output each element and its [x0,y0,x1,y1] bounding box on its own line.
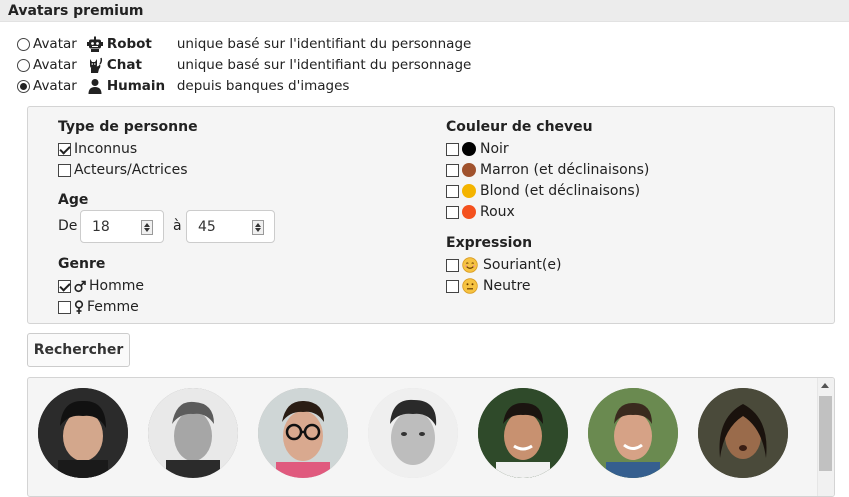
age-to-spinner[interactable] [252,220,264,235]
female-icon [74,300,84,314]
avatar-option-prefix: Avatar [33,57,77,73]
radio-chat[interactable] [17,58,30,72]
gender-title: Genre [58,256,106,272]
filter-label: Homme [89,278,144,294]
filter-souriant[interactable]: Souriant(e) [446,255,561,275]
avatar-option-desc: unique basé sur l'identifiant du personn… [176,57,472,73]
filter-femme[interactable]: Femme [58,297,139,317]
filter-hair-blond[interactable]: Blond (et déclinaisons) [446,181,640,201]
filter-inconnus[interactable]: Inconnus [58,139,137,159]
age-from-value: 18 [92,218,110,235]
avatar-option-robot[interactable]: Avatar Robot unique basé sur l'identifia… [17,34,471,54]
avatar-option-name: Humain [106,78,166,94]
avatar-3[interactable] [258,388,348,478]
age-to-input[interactable]: 45 [186,210,275,243]
avatar-option-desc: depuis banques d'images [176,78,350,94]
filter-label: Acteurs/Actrices [74,162,188,178]
results-scrollbar[interactable] [817,378,834,496]
results-panel [27,377,835,497]
avatar-option-name: Chat [106,57,142,73]
avatar-1[interactable] [38,388,128,478]
age-title: Age [58,192,89,208]
checkbox-acteurs[interactable] [58,163,71,177]
age-from-label: De [58,218,78,234]
avatar-option-prefix: Avatar [33,78,77,94]
age-from-input[interactable]: 18 [80,210,164,243]
filter-homme[interactable]: Homme [58,276,144,296]
filter-label: Noir [480,141,509,157]
filters-panel: Type de personne Inconnus Acteurs/Actric… [27,106,835,324]
expression-title: Expression [446,235,533,251]
filter-label: Inconnus [74,141,138,157]
avatar-6[interactable] [588,388,678,478]
avatar-option-prefix: Avatar [33,36,77,52]
radio-robot[interactable] [17,37,30,51]
search-button[interactable]: Rechercher [27,333,130,367]
checkbox-hair-noir[interactable] [446,142,459,156]
filter-acteurs[interactable]: Acteurs/Actrices [58,160,188,180]
filter-label: Souriant(e) [483,257,562,273]
scroll-thumb[interactable] [819,396,832,471]
checkbox-homme[interactable] [58,279,71,293]
age-from-spinner[interactable] [141,220,153,235]
filter-hair-noir[interactable]: Noir [446,139,509,159]
checkbox-neutre[interactable] [446,279,459,293]
filter-label: Femme [87,299,139,315]
radio-humain[interactable] [17,79,30,93]
hair-color-dot-red [462,205,476,219]
checkbox-souriant[interactable] [446,258,459,272]
person-icon [87,78,103,94]
checkbox-hair-roux[interactable] [446,205,459,219]
checkbox-hair-marron[interactable] [446,163,459,177]
filter-hair-marron[interactable]: Marron (et déclinaisons) [446,160,649,180]
avatar-4[interactable] [368,388,458,478]
cat-icon [87,57,103,73]
avatar-7[interactable] [698,388,788,478]
avatar-option-chat[interactable]: Avatar Chat unique basé sur l'identifian… [17,55,471,75]
avatar-5[interactable] [478,388,568,478]
filter-hair-roux[interactable]: Roux [446,202,515,222]
filter-label: Blond (et déclinaisons) [480,183,641,199]
filter-label: Marron (et déclinaisons) [480,162,650,178]
avatar-option-desc: unique basé sur l'identifiant du personn… [176,36,472,52]
filter-label: Roux [480,204,515,220]
checkbox-hair-blond[interactable] [446,184,459,198]
hair-color-dot-brown [462,163,476,177]
filter-label: Neutre [483,278,531,294]
section-title-avatars-premium: Avatars premium [0,0,849,22]
robot-icon [86,36,103,52]
filter-neutre[interactable]: Neutre [446,276,531,296]
neutral-face-icon [462,278,478,294]
avatar-option-name: Robot [106,36,152,52]
scroll-up-arrow-icon[interactable] [821,383,829,388]
checkbox-femme[interactable] [58,300,71,314]
male-icon [74,279,86,293]
hair-color-title: Couleur de cheveu [446,119,593,135]
age-to-label: à [173,218,182,234]
hair-color-dot-black [462,142,476,156]
person-type-title: Type de personne [58,119,198,135]
checkbox-inconnus[interactable] [58,142,71,156]
smiling-face-icon [462,257,478,273]
age-to-value: 45 [198,218,216,235]
hair-color-dot-blond [462,184,476,198]
avatar-option-humain[interactable]: Avatar Humain depuis banques d'images [17,76,349,96]
avatar-2[interactable] [148,388,238,478]
